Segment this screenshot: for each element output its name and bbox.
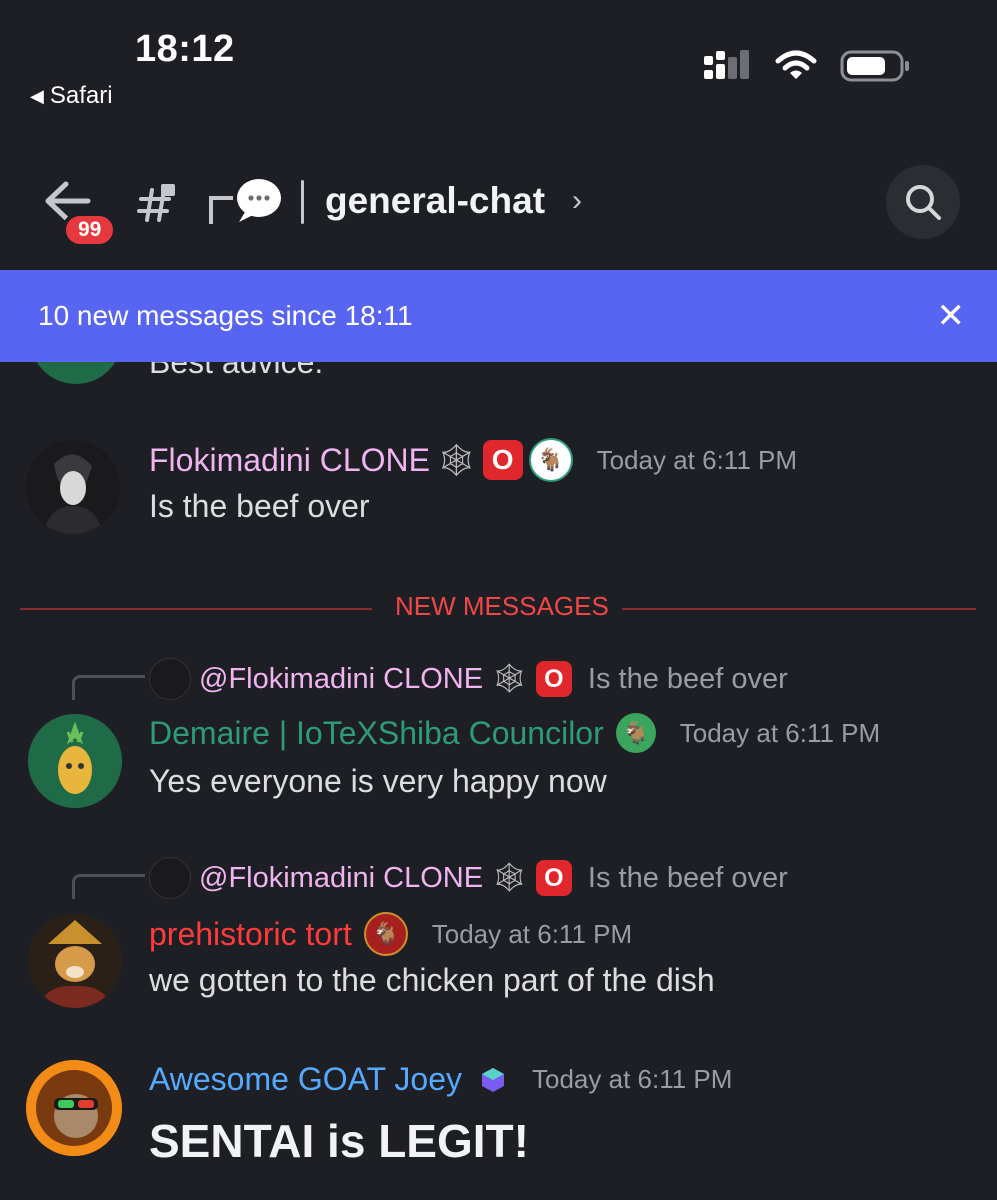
- message-timestamp: Today at 6:11 PM: [532, 1064, 733, 1094]
- goat-badge-icon: 🐐: [363, 912, 408, 956]
- author-name[interactable]: Awesome GOAT Joey: [149, 1061, 462, 1098]
- avatar[interactable]: [28, 714, 122, 808]
- o-badge-icon: O: [535, 661, 572, 697]
- cellular-signal-icon: [704, 50, 749, 79]
- back-triangle-icon: ◀: [30, 85, 44, 106]
- message-author[interactable]: prehistoric tort 🐐 Today at 6:11 PM: [149, 912, 632, 956]
- back-app-label: Safari: [49, 82, 113, 109]
- avatar[interactable]: [26, 440, 120, 534]
- search-button[interactable]: [886, 165, 960, 239]
- back-to-safari[interactable]: ◀ Safari: [30, 82, 113, 110]
- spiderweb-icon: 🕸: [491, 862, 528, 894]
- message-text: SENTAI is LEGIT!: [149, 1115, 529, 1167]
- header-divider: [301, 180, 304, 224]
- avatar[interactable]: [28, 914, 122, 1008]
- avatar[interactable]: [26, 1060, 122, 1156]
- reply-connector: [72, 874, 145, 899]
- spiderweb-icon: 🕸: [491, 663, 528, 695]
- new-messages-banner[interactable]: 10 new messages since 18:11 ✕: [0, 270, 997, 362]
- close-icon[interactable]: ✕: [937, 296, 966, 336]
- message-author[interactable]: Flokimadini CLONE 🕸 O 🐐 Today at 6:11 PM: [149, 438, 797, 482]
- avatar[interactable]: [30, 362, 122, 384]
- goat-badge-icon: 🐐: [615, 713, 656, 753]
- search-icon: [906, 185, 941, 220]
- message-timestamp: Today at 6:11 PM: [679, 717, 881, 748]
- message-timestamp: Today at 6:11 PM: [596, 444, 798, 475]
- new-messages-divider: NEW MESSAGES: [20, 591, 976, 627]
- reply-author[interactable]: @Flokimadini CLONE: [199, 663, 483, 696]
- message-text: we gotten to the chicken part of the dis…: [149, 962, 715, 998]
- message-text: Is the beef over: [149, 488, 370, 524]
- message-list[interactable]: Best advice. Flokimadini CLONE 🕸 O 🐐 Tod…: [0, 362, 997, 1200]
- mini-avatar: [149, 658, 191, 700]
- reply-author[interactable]: @Flokimadini CLONE: [199, 862, 483, 895]
- message-author[interactable]: Demaire | IoTeXShiba Councilor 🐐 Today a…: [149, 713, 880, 753]
- unread-badge: 99: [62, 212, 118, 248]
- chevron-right-icon[interactable]: ›: [572, 184, 582, 218]
- wifi-icon: [775, 50, 817, 79]
- mini-avatar: [149, 857, 191, 899]
- reply-text: Is the beef over: [587, 861, 788, 894]
- o-badge-icon: O: [482, 440, 523, 480]
- message-author[interactable]: Awesome GOAT Joey Today at 6:11 PM: [149, 1061, 732, 1098]
- banner-text: 10 new messages since 18:11: [38, 300, 413, 331]
- author-name[interactable]: prehistoric tort: [149, 916, 352, 953]
- reply-preview[interactable]: @Flokimadini CLONE 🕸 O Is the beef over: [149, 658, 788, 700]
- new-messages-label: NEW MESSAGES: [395, 591, 609, 621]
- author-name[interactable]: Flokimadini CLONE: [149, 442, 430, 479]
- status-icons: [702, 48, 912, 84]
- channel-name[interactable]: general-chat: [325, 180, 545, 222]
- status-time: 18:12: [135, 28, 235, 70]
- author-name[interactable]: Demaire | IoTeXShiba Councilor: [149, 715, 604, 752]
- app-badge-icon: [482, 1067, 505, 1092]
- message-text: Best advice.: [149, 362, 324, 380]
- goat-badge-icon: 🐐: [528, 438, 573, 482]
- spiderweb-icon: 🕸: [435, 442, 477, 478]
- o-badge-icon: O: [535, 860, 572, 896]
- channel-hash-lock-icon: [137, 184, 175, 222]
- message-timestamp: Today at 6:11 PM: [431, 918, 633, 949]
- message-text: Yes everyone is very happy now: [149, 763, 607, 799]
- reply-preview[interactable]: @Flokimadini CLONE 🕸 O Is the beef over: [149, 857, 788, 899]
- battery-icon: [840, 50, 909, 82]
- thread-icon: [209, 179, 281, 224]
- reply-connector: [72, 675, 145, 700]
- reply-text: Is the beef over: [587, 662, 788, 695]
